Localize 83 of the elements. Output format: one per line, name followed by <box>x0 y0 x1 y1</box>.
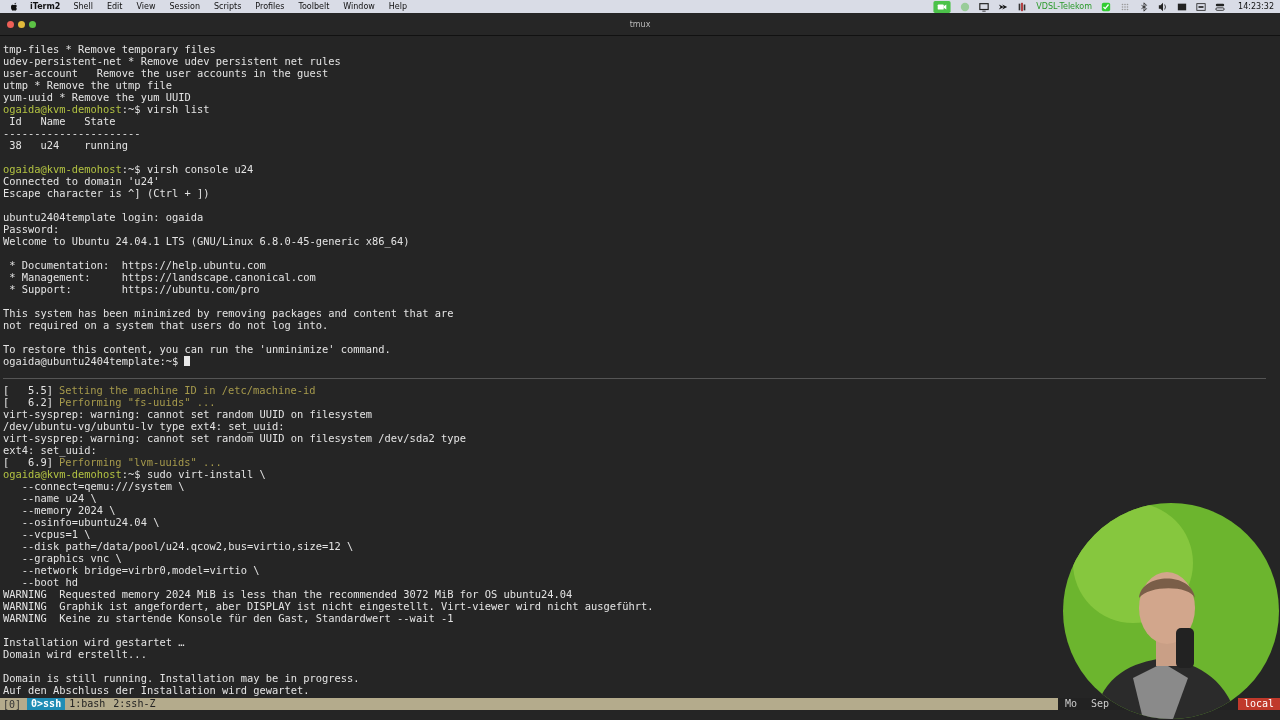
terminal-text: --memory 2024 \ <box>20 504 116 516</box>
menu-item[interactable]: Window <box>343 2 375 11</box>
menu-item[interactable]: Scripts <box>213 2 242 11</box>
terminal-text: --name u24 \ <box>20 492 97 504</box>
terminal-text: * Support: https://ubuntu.com/pro <box>8 283 260 295</box>
progress-text: Performing "fs-uuids" ... <box>59 396 216 408</box>
bluetooth-icon[interactable] <box>1139 1 1150 12</box>
terminal-text: virt-sysprep: warning: cannot set random UUID on filesystem /dev/sda2 type <box>3 432 466 444</box>
terminal-text: ogaida@ubuntu2404template:~$ <box>3 355 179 367</box>
progress-text: Setting the machine ID in /etc/machine-id <box>59 384 316 396</box>
menu-item[interactable]: View <box>136 2 156 11</box>
window-tab[interactable]: 0>ssh <box>27 698 66 710</box>
terminal-text: Installation wird gestartet … <box>3 636 185 648</box>
terminal-text: To restore this content, you can run the 'unminimize' command. <box>3 343 391 355</box>
terminal-text: :~$ virsh list <box>121 103 210 115</box>
prompt-text: ogaida@kvm-demohost <box>3 163 122 175</box>
terminal-text: :~$ virsh console u24 <box>121 163 254 175</box>
menu-item[interactable]: Session <box>169 2 200 11</box>
terminal-text: ---------------------- <box>3 127 141 139</box>
terminal-text: * Documentation: https://help.ubuntu.com <box>8 259 266 271</box>
apple-logo-icon[interactable] <box>10 2 18 11</box>
terminal-text: ext4: set_uuid: <box>3 444 97 456</box>
menu-item[interactable]: Profiles <box>255 2 285 11</box>
terminal-text: [ 6.2] <box>3 396 54 408</box>
terminal-text: ubuntu2404template login: ogaida <box>3 211 204 223</box>
toggle-icon[interactable] <box>1215 1 1226 12</box>
session-name: [0] <box>2 698 23 710</box>
terminal-text: tmp-files * Remove temporary files <box>3 43 216 55</box>
terminal-text: 38 u24 running <box>8 139 129 151</box>
app-menu[interactable]: iTerm2 <box>30 2 61 11</box>
monitor-icon[interactable] <box>979 1 990 12</box>
terminal-text: Escape character is ^] (Ctrl + ]) <box>3 187 210 199</box>
checkmark-icon[interactable] <box>1101 1 1112 12</box>
terminal-text: WARNING Keine zu startende Konsole für den Gast, Standardwert --wait -1 <box>3 612 454 624</box>
card-icon[interactable] <box>1196 1 1207 12</box>
status-text: local <box>1237 698 1280 710</box>
menu-item[interactable]: Shell <box>73 2 93 11</box>
terminal-text: /dev/ubuntu-vg/ubuntu-lv type ext4: set_uuid: <box>3 420 285 432</box>
bars-icon[interactable] <box>1017 1 1028 12</box>
menu-item[interactable]: Help <box>388 2 408 11</box>
menu-item[interactable]: Toolbelt <box>298 2 330 11</box>
terminal-text: --disk path=/data/pool/u24.qcow2,bus=virtio,size=12 \ <box>20 540 354 552</box>
status-text: Sep <box>1090 698 1110 710</box>
terminal-text: yum-uuid * Remove the yum UUID <box>3 91 191 103</box>
menu-item[interactable]: Edit <box>106 2 123 11</box>
terminal-text: udev-persistent-net * Remove udev persistent net rules <box>3 55 341 67</box>
terminal-text: Connected to domain 'u24' <box>3 175 160 187</box>
terminal-text: --network bridge=virbr0,model=virtio \ <box>20 564 260 576</box>
terminal-text: --graphics vnc \ <box>20 552 122 564</box>
status-text: Mo <box>1064 698 1078 710</box>
terminal-text: WARNING Graphik ist angefordert, aber DISPLAY ist nicht eingestellt. Virt-viewer wird nicht ausgeführt. <box>3 600 654 612</box>
display-icon[interactable] <box>1177 1 1188 12</box>
terminal-text: --vcpus=1 \ <box>20 528 91 540</box>
terminal-text: [ 6.9] <box>3 456 54 468</box>
terminal-text: utmp * Remove the utmp file <box>3 79 172 91</box>
volume-icon[interactable] <box>1158 1 1169 12</box>
prompt-text: ogaida@kvm-demohost <box>3 103 122 115</box>
terminal-text: Password: <box>3 223 60 235</box>
terminal-text: :~$ sudo virt-install \ <box>121 468 266 480</box>
terminal-text: Id Name State <box>8 115 116 127</box>
close-button[interactable] <box>7 20 14 28</box>
terminal-text: * Management: https://landscape.canonical.com <box>8 271 316 283</box>
terminal-text: Domain is still running. Installation may be in progress. <box>3 672 360 684</box>
terminal-text: --boot hd <box>20 576 79 588</box>
terminal-text: WARNING Requested memory 2024 MiB is less than the recommended 3072 MiB for OS ubuntu24.04 <box>3 588 573 600</box>
terminal-text: Welcome to Ubuntu 24.04.1 LTS (GNU/Linux 6.8.0-45-generic x86_64) <box>3 235 410 247</box>
terminal-text: This system has been minimized by removing packages and content that are <box>3 307 454 319</box>
minimize-button[interactable] <box>18 20 25 28</box>
terminal-text: user-account Remove the user accounts in the guest <box>3 67 329 79</box>
terminal-text: Domain wird erstellt... <box>3 648 147 660</box>
window-tab[interactable]: 2:ssh-Z <box>109 698 160 710</box>
terminal-text: not required on a system that users do not log into. <box>3 319 329 331</box>
terminal-text: --connect=qemu:///system \ <box>20 480 185 492</box>
window-tab[interactable]: 1:bash <box>65 698 110 710</box>
terminal-text: virt-sysprep: warning: cannot set random UUID on filesystem <box>3 408 373 420</box>
window-title: tmux <box>628 19 652 29</box>
zoom-button[interactable] <box>29 20 36 28</box>
terminal-text: Auf den Abschluss der Installation wird gewartet. <box>3 684 310 696</box>
prompt-text: ogaida@kvm-demohost <box>3 468 122 480</box>
progress-text: Performing "lvm-uuids" ... <box>59 456 222 468</box>
terminal-text: --osinfo=ubuntu24.04 \ <box>20 516 160 528</box>
menu-clock[interactable]: 14:23:32 <box>1238 2 1274 11</box>
terminal-text: [ 5.5] <box>3 384 54 396</box>
